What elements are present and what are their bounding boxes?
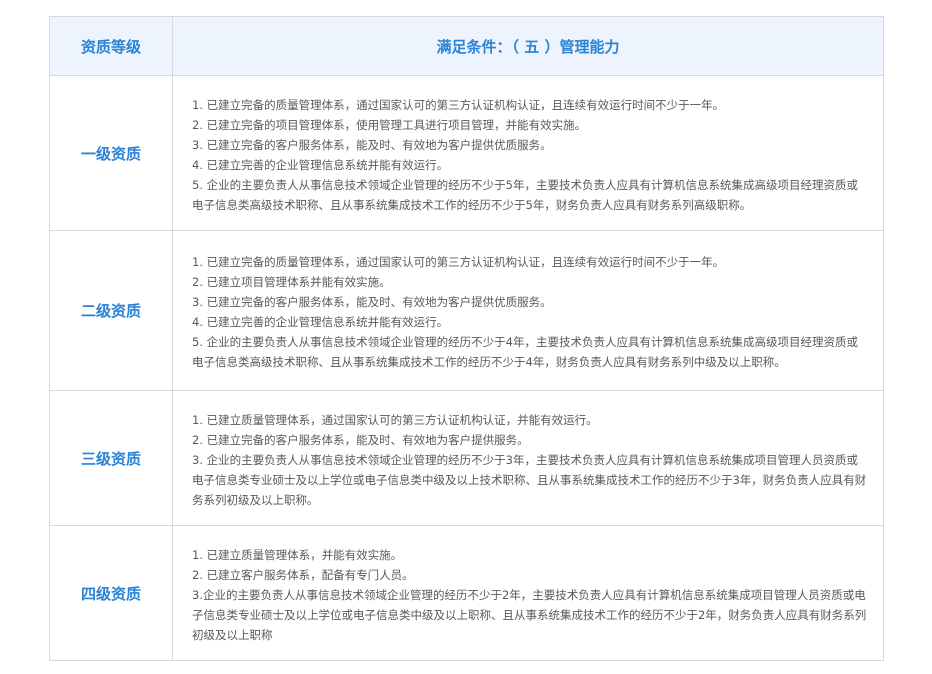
condition-item: 5. 企业的主要负责人从事信息技术领域企业管理的经历不少于5年，主要技术负责人应… — [192, 177, 858, 212]
condition-item: 5. 企业的主要负责人从事信息技术领域企业管理的经历不少于4年，主要技术负责人应… — [192, 335, 858, 369]
condition-item: 3. 企业的主要负责人从事信息技术领域企业管理的经历不少于3年，主要技术负责人应… — [192, 452, 867, 507]
table-header-row: 资质等级 满足条件：（ 五 ）管理能力 — [49, 16, 884, 76]
qualification-table: 资质等级 满足条件：（ 五 ）管理能力 一级资质 1. 已建立完备的质量管理体系… — [49, 16, 884, 661]
header-condition: 满足条件：（ 五 ）管理能力 — [172, 16, 884, 76]
condition-item: 3. 已建立完备的客户服务体系，能及时、有效地为客户提供优质服务。 — [192, 295, 552, 309]
table-row-level-3: 三级资质 1. 已建立质量管理体系，通过国家认可的第三方认证机构认证，并能有效运… — [49, 390, 884, 526]
condition-item: 1. 已建立质量管理体系，并能有效实施。 — [192, 547, 403, 562]
conditions-cell: 1. 已建立质量管理体系，通过国家认可的第三方认证机构认证，并能有效运行。 2.… — [172, 390, 884, 526]
level-name: 一级资质 — [49, 75, 173, 231]
table-row-level-2: 二级资质 1. 已建立完备的质量管理体系，通过国家认可的第三方认证机构认证，且连… — [49, 230, 884, 391]
level-name: 四级资质 — [49, 525, 173, 661]
condition-item: 3.企业的主要负责人从事信息技术领域企业管理的经历不少于2年，主要技术负责人应具… — [192, 587, 867, 642]
condition-item: 2. 已建立客户服务体系，配备有专门人员。 — [192, 567, 414, 582]
table-row-level-1: 一级资质 1. 已建立完备的质量管理体系，通过国家认可的第三方认证机构认证，且连… — [49, 75, 884, 231]
condition-item: 1. 已建立质量管理体系，通过国家认可的第三方认证机构认证，并能有效运行。 — [192, 412, 598, 427]
condition-item: 3. 已建立完备的客户服务体系，能及时、有效地为客户提供优质服务。 — [192, 137, 552, 152]
level-name: 三级资质 — [49, 390, 173, 526]
condition-item: 2. 已建立完备的项目管理体系，使用管理工具进行项目管理，并能有效实施。 — [192, 117, 587, 132]
conditions-cell: 1. 已建立完备的质量管理体系，通过国家认可的第三方认证机构认证，且连续有效运行… — [172, 75, 884, 231]
condition-item: 2. 已建立项目管理体系并能有效实施。 — [192, 275, 391, 289]
header-level: 资质等级 — [49, 16, 173, 76]
conditions-cell: 1. 已建立质量管理体系，并能有效实施。 2. 已建立客户服务体系，配备有专门人… — [172, 525, 884, 661]
table-row-level-4: 四级资质 1. 已建立质量管理体系，并能有效实施。 2. 已建立客户服务体系，配… — [49, 525, 884, 661]
condition-item: 4. 已建立完善的企业管理信息系统并能有效运行。 — [192, 157, 449, 172]
condition-item: 2. 已建立完备的客户服务体系，能及时、有效地为客户提供服务。 — [192, 432, 529, 447]
conditions-cell: 1. 已建立完备的质量管理体系，通过国家认可的第三方认证机构认证，且连续有效运行… — [172, 230, 884, 391]
condition-item: 1. 已建立完备的质量管理体系，通过国家认可的第三方认证机构认证，且连续有效运行… — [192, 97, 725, 112]
condition-item: 1. 已建立完备的质量管理体系，通过国家认可的第三方认证机构认证，且连续有效运行… — [192, 255, 725, 269]
condition-item: 4. 已建立完善的企业管理信息系统并能有效运行。 — [192, 315, 449, 329]
level-name: 二级资质 — [49, 230, 173, 391]
